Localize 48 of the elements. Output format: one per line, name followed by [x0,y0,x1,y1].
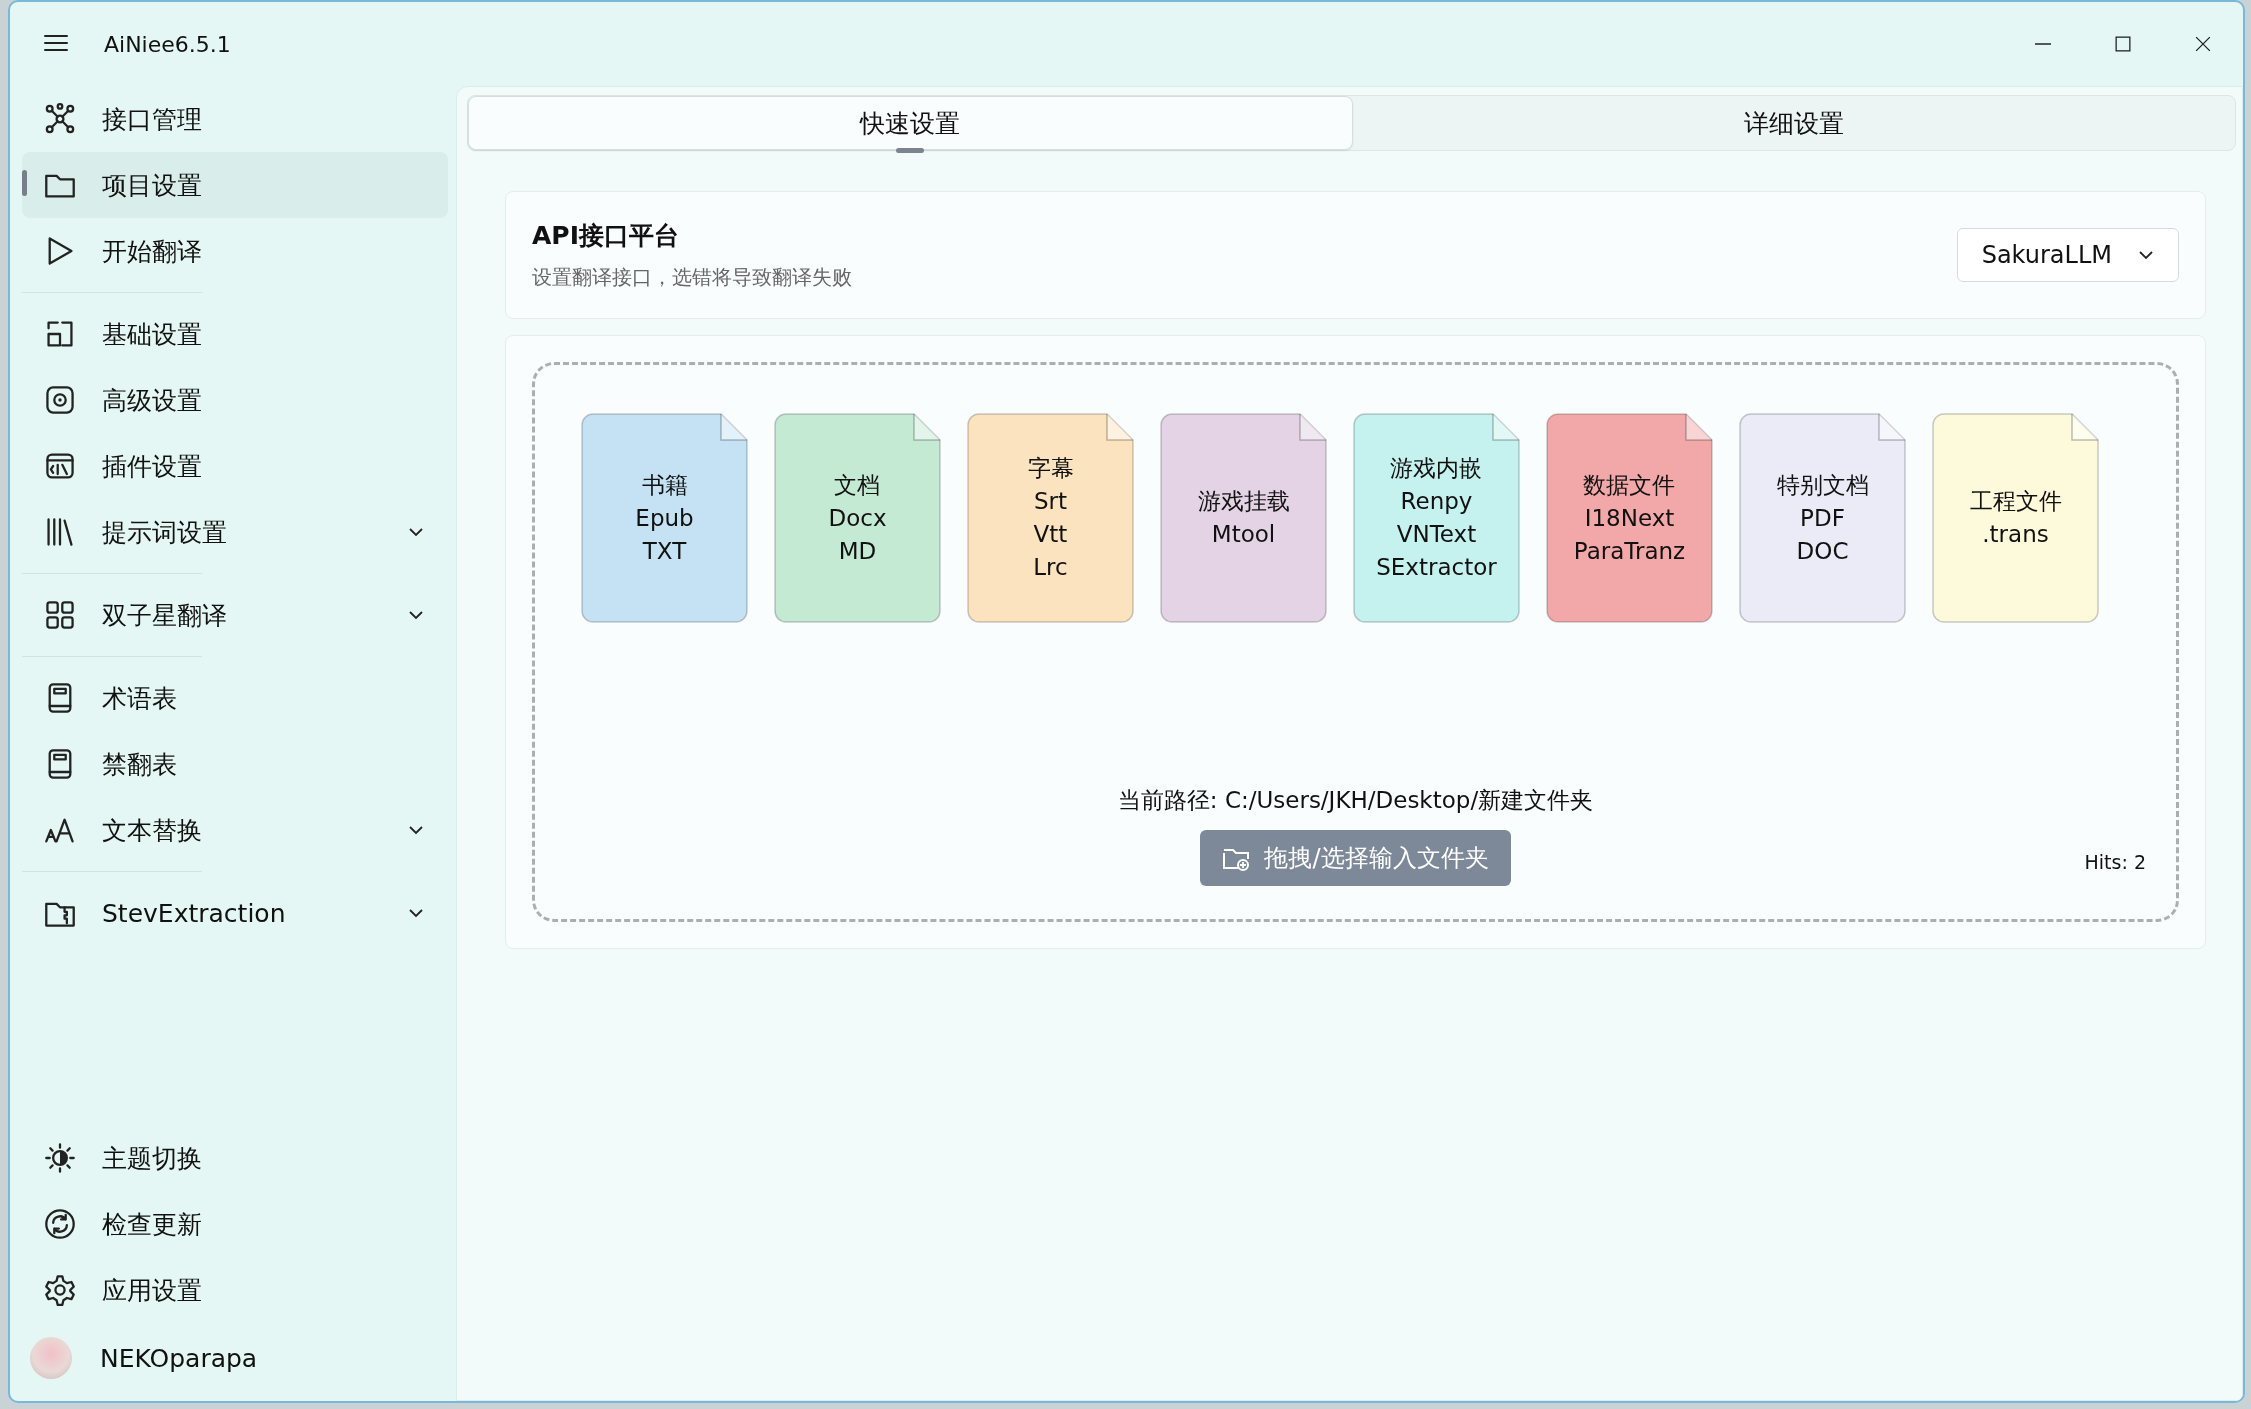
sidebar-item[interactable]: 接口管理 [22,86,448,152]
sidebar-item[interactable]: 主题切换 [22,1125,448,1191]
brightness-icon [44,1142,76,1174]
drop-zone[interactable]: 书籍 Epub TXT 文档 Docx MD 字幕 Srt Vtt Lrc 游戏挂载 Mtool 游戏内嵌 Renpy VNText SExtractor 数据文件 I18Next ParaTranz 特别文档 PDF DOC 工程文件 .trans 当前路径: C:/Users/JKH/Desktop/新建文件夹 拖拽/选择输入文件夹 Hits: 2 [532,362,2179,922]
avatar [30,1337,72,1379]
sidebar-item[interactable]: 检查更新 [22,1191,448,1257]
books-icon [44,516,76,548]
frame-icon [44,318,76,350]
file-type-card[interactable]: 文档 Docx MD [774,413,941,623]
user-profile[interactable]: NEKOparapa [10,1323,456,1393]
file-type-card[interactable]: 书籍 Epub TXT [581,413,748,623]
grid-icon [44,599,76,631]
file-type-card[interactable]: 游戏挂载 Mtool [1160,413,1327,623]
file-type-card[interactable]: 工程文件 .trans [1932,413,2099,623]
target-icon [44,384,76,416]
settings-icon [44,1274,76,1306]
sidebar-item[interactable]: 开始翻译 [22,218,448,284]
terminal-icon [44,450,76,482]
sidebar-item[interactable]: 应用设置 [22,1257,448,1323]
sidebar-item[interactable]: 插件设置 [22,433,448,499]
sidebar-item[interactable]: 提示词设置 [22,499,448,565]
file-type-card[interactable]: 字幕 Srt Vtt Lrc [967,413,1134,623]
sidebar-item[interactable]: 文本替换 [22,797,448,863]
sidebar-item[interactable]: 禁翻表 [22,731,448,797]
current-path: 当前路径: C:/Users/JKH/Desktop/新建文件夹 [1117,786,1594,815]
file-type-card[interactable]: 游戏内嵌 Renpy VNText SExtractor [1353,413,1520,623]
network-icon [44,103,76,135]
setting-description: 设置翻译接口，选错将导致翻译失败 [532,264,853,291]
setting-title: API接口平台 [532,220,680,252]
sidebar-item[interactable]: 基础设置 [22,301,448,367]
chevron-down-icon [2138,250,2154,260]
tab[interactable]: 快速设置 [468,96,1353,150]
sidebar-item[interactable]: StevExtraction [22,880,448,946]
sidebar-item[interactable]: 术语表 [22,665,448,731]
selection-indicator [22,170,27,196]
tab-indicator [896,148,925,153]
sidebar-item[interactable]: 双子星翻译 [22,582,448,648]
platform-dropdown[interactable]: SakuraLLM [1956,228,2179,282]
refresh-icon [44,1208,76,1240]
window-title: AiNiee6.5.1 [104,31,231,57]
file-type-card[interactable]: 特别文档 PDF DOC [1739,413,1906,623]
select-folder-button[interactable]: 拖拽/选择输入文件夹 [1200,830,1511,886]
sidebar-item[interactable]: 高级设置 [22,367,448,433]
hits-count: Hits: 2 [2084,851,2146,873]
minimize-icon [2035,43,2051,45]
tab[interactable]: 详细设置 [1352,96,2235,150]
file-type-card[interactable]: 数据文件 I18Next ParaTranz [1546,413,1713,623]
sidebar-item[interactable]: 项目设置 [22,152,448,218]
